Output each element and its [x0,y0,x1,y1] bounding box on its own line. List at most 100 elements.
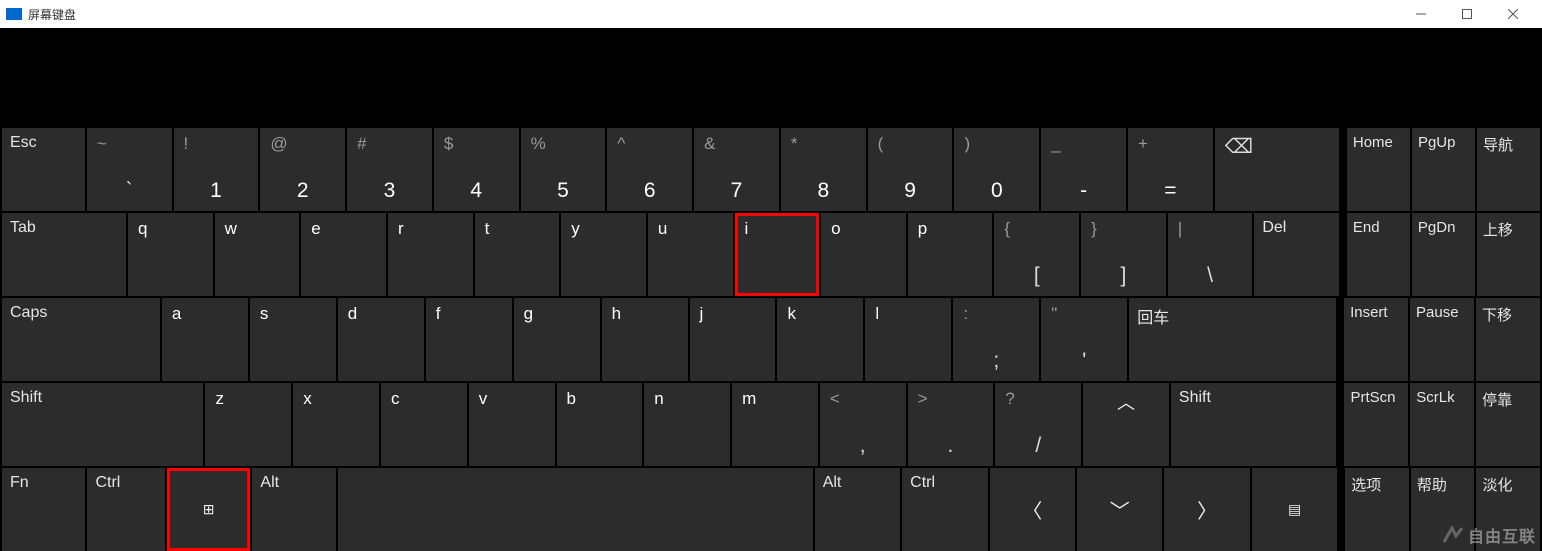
key-quote[interactable]: "' [1041,298,1127,381]
key-alt-right[interactable]: Alt [815,468,900,551]
key-tab[interactable]: Tab [2,213,126,296]
key-n[interactable]: n [644,383,730,466]
key-arrow-up[interactable]: ︿ [1083,383,1169,466]
key-prtscn[interactable]: PrtScn [1344,383,1408,466]
key-ctrl-right[interactable]: Ctrl [902,468,987,551]
key-space[interactable] [338,468,813,551]
key-bracket-left[interactable]: {[ [994,213,1079,296]
key-nav[interactable]: 导航 [1477,128,1540,211]
row-2: Tab q w e r t y u i o p {[ }] |\ Del End… [0,213,1542,296]
arrow-right-icon: 〉 [1164,468,1249,551]
key-arrow-down[interactable]: ﹀ [1077,468,1162,551]
key-6[interactable]: ^6 [607,128,692,211]
key-minus[interactable]: _- [1041,128,1126,211]
key-j[interactable]: j [690,298,776,381]
key-fn[interactable]: Fn [2,468,85,551]
key-del[interactable]: Del [1254,213,1339,296]
on-screen-keyboard-window: 屏幕键盘 Esc ~` !1 @2 #3 $4 %5 ^6 &7 *8 (9 )… [0,0,1542,551]
key-pgdn[interactable]: PgDn [1412,213,1475,296]
key-s[interactable]: s [250,298,336,381]
key-bracket-right[interactable]: }] [1081,213,1166,296]
row-4: Shift z x c v b n m <, >. ?/ ︿ Shift Prt… [0,383,1542,466]
key-k[interactable]: k [777,298,863,381]
key-o[interactable]: o [821,213,906,296]
key-e[interactable]: e [301,213,386,296]
key-slash[interactable]: ?/ [995,383,1081,466]
key-ctrl-left[interactable]: Ctrl [87,468,164,551]
key-y[interactable]: y [561,213,646,296]
key-shift-right[interactable]: Shift [1171,383,1337,466]
key-backtick[interactable]: ~` [87,128,172,211]
key-dock[interactable]: 停靠 [1476,383,1540,466]
key-q[interactable]: q [128,213,213,296]
key-arrow-right[interactable]: 〉 [1164,468,1249,551]
key-z[interactable]: z [205,383,291,466]
key-g[interactable]: g [514,298,600,381]
key-comma[interactable]: <, [820,383,906,466]
key-7[interactable]: &7 [694,128,779,211]
windows-icon: ⊞ [167,468,250,551]
key-equals[interactable]: += [1128,128,1213,211]
key-end[interactable]: End [1347,213,1410,296]
key-l[interactable]: l [865,298,951,381]
key-p[interactable]: p [908,213,993,296]
key-h[interactable]: h [602,298,688,381]
key-8[interactable]: *8 [781,128,866,211]
maximize-button[interactable] [1444,0,1490,28]
backspace-icon: ⌫ [1225,134,1253,159]
key-esc[interactable]: Esc [2,128,85,211]
key-caps[interactable]: Caps [2,298,160,381]
key-move-up[interactable]: 上移 [1477,213,1540,296]
row-5: Fn Ctrl ⊞ Alt Alt Ctrl 〈 ﹀ 〉 ▤ 选项 帮助 淡化 [0,468,1542,551]
key-move-down[interactable]: 下移 [1476,298,1540,381]
key-period[interactable]: >. [908,383,994,466]
key-shift-left[interactable]: Shift [2,383,203,466]
key-c[interactable]: c [381,383,467,466]
arrow-down-icon: ﹀ [1077,468,1162,551]
key-w[interactable]: w [215,213,300,296]
titlebar: 屏幕键盘 [0,0,1542,28]
key-2[interactable]: @2 [260,128,345,211]
minimize-button[interactable] [1398,0,1444,28]
arrow-up-icon: ︿ [1117,389,1135,415]
key-d[interactable]: d [338,298,424,381]
arrow-left-icon: 〈 [990,468,1075,551]
row-1: Esc ~` !1 @2 #3 $4 %5 ^6 &7 *8 (9 )0 _- … [0,128,1542,211]
key-b[interactable]: b [557,383,643,466]
key-backspace[interactable]: ⌫ [1215,128,1339,211]
key-f[interactable]: f [426,298,512,381]
key-home[interactable]: Home [1347,128,1410,211]
watermark: 自由互联 [1442,523,1536,547]
key-backslash[interactable]: |\ [1168,213,1253,296]
key-insert[interactable]: Insert [1344,298,1408,381]
key-t[interactable]: t [475,213,560,296]
key-3[interactable]: #3 [347,128,432,211]
key-arrow-left[interactable]: 〈 [990,468,1075,551]
key-scrlk[interactable]: ScrLk [1410,383,1474,466]
key-a[interactable]: a [162,298,248,381]
key-r[interactable]: r [388,213,473,296]
key-menu[interactable]: ▤ [1252,468,1337,551]
key-alt-left[interactable]: Alt [252,468,335,551]
key-9[interactable]: (9 [868,128,953,211]
window-title: 屏幕键盘 [28,6,76,23]
key-x[interactable]: x [293,383,379,466]
key-0[interactable]: )0 [954,128,1039,211]
menu-icon: ▤ [1252,468,1337,551]
close-button[interactable] [1490,0,1536,28]
key-v[interactable]: v [469,383,555,466]
key-options[interactable]: 选项 [1345,468,1409,551]
key-i[interactable]: i [735,213,820,296]
key-1[interactable]: !1 [174,128,259,211]
app-icon [6,8,22,20]
key-4[interactable]: $4 [434,128,519,211]
key-semicolon[interactable]: :; [953,298,1039,381]
row-3: Caps a s d f g h j k l :; "' 回车 Insert P… [0,298,1542,381]
key-pause[interactable]: Pause [1410,298,1474,381]
key-u[interactable]: u [648,213,733,296]
key-m[interactable]: m [732,383,818,466]
key-windows[interactable]: ⊞ [167,468,250,551]
key-enter[interactable]: 回车 [1129,298,1336,381]
key-pgup[interactable]: PgUp [1412,128,1475,211]
key-5[interactable]: %5 [521,128,606,211]
